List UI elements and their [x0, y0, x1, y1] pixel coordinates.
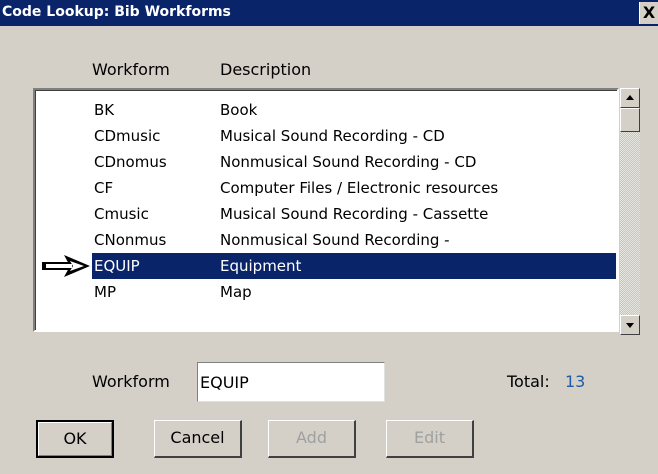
close-icon: X: [642, 3, 656, 22]
row-code: CDnomus: [94, 153, 167, 171]
list-item[interactable]: MP Map: [92, 279, 616, 305]
row-code: CDmusic: [94, 127, 161, 145]
scroll-thumb[interactable]: [620, 108, 640, 132]
scroll-up-button[interactable]: [620, 88, 640, 108]
vertical-scrollbar[interactable]: [620, 88, 640, 335]
total-value: 13: [565, 372, 586, 391]
row-code: CF: [94, 179, 114, 197]
row-code: CNonmus: [94, 231, 167, 249]
close-button[interactable]: X: [639, 2, 658, 24]
workform-label: Workform: [92, 372, 170, 391]
list-item[interactable]: CF Computer Files / Electronic resources: [92, 175, 616, 201]
arrow-pointer-icon: [42, 255, 90, 277]
row-description: Musical Sound Recording - CD: [220, 127, 445, 145]
row-description: Computer Files / Electronic resources: [220, 179, 499, 197]
ok-button[interactable]: OK: [36, 420, 114, 458]
row-description: Map: [220, 283, 252, 301]
column-header-workform: Workform: [92, 60, 170, 79]
ok-button-label: OK: [38, 422, 112, 456]
list-item[interactable]: CNonmus Nonmusical Sound Recording -: [92, 227, 616, 253]
list-item-selected[interactable]: EQUIP Equipment: [92, 253, 616, 279]
scroll-down-button[interactable]: [620, 315, 640, 335]
row-description: Musical Sound Recording - Cassette: [220, 205, 489, 223]
row-code: Cmusic: [94, 205, 149, 223]
triangle-up-icon: [626, 95, 634, 100]
row-code: BK: [94, 101, 115, 119]
edit-button[interactable]: Edit: [386, 420, 474, 458]
list-item[interactable]: CDnomus Nonmusical Sound Recording - CD: [92, 149, 616, 175]
window-title: Code Lookup: Bib Workforms: [2, 4, 231, 20]
row-description: Equipment: [220, 257, 302, 275]
row-description: Nonmusical Sound Recording - CD: [220, 153, 477, 171]
cancel-button[interactable]: Cancel: [154, 420, 242, 458]
workform-input[interactable]: [197, 362, 385, 402]
edit-button-label: Edit: [414, 428, 445, 447]
row-description: Nonmusical Sound Recording -: [220, 231, 450, 249]
row-code: MP: [94, 283, 116, 301]
cancel-button-label: Cancel: [170, 428, 225, 447]
add-button[interactable]: Add: [268, 420, 356, 458]
row-code: EQUIP: [94, 257, 140, 275]
list-inner: BK Book CDmusic Musical Sound Recording …: [35, 90, 617, 330]
column-header-description: Description: [220, 60, 312, 79]
list-item[interactable]: CDmusic Musical Sound Recording - CD: [92, 123, 616, 149]
workform-list[interactable]: BK Book CDmusic Musical Sound Recording …: [33, 88, 619, 332]
list-item[interactable]: Cmusic Musical Sound Recording - Cassett…: [92, 201, 616, 227]
total-label: Total:: [507, 372, 550, 391]
add-button-label: Add: [296, 428, 327, 447]
triangle-down-icon: [626, 323, 634, 328]
row-description: Book: [220, 101, 258, 119]
title-bar[interactable]: Code Lookup: Bib Workforms: [0, 0, 658, 26]
list-item[interactable]: BK Book: [92, 97, 616, 123]
